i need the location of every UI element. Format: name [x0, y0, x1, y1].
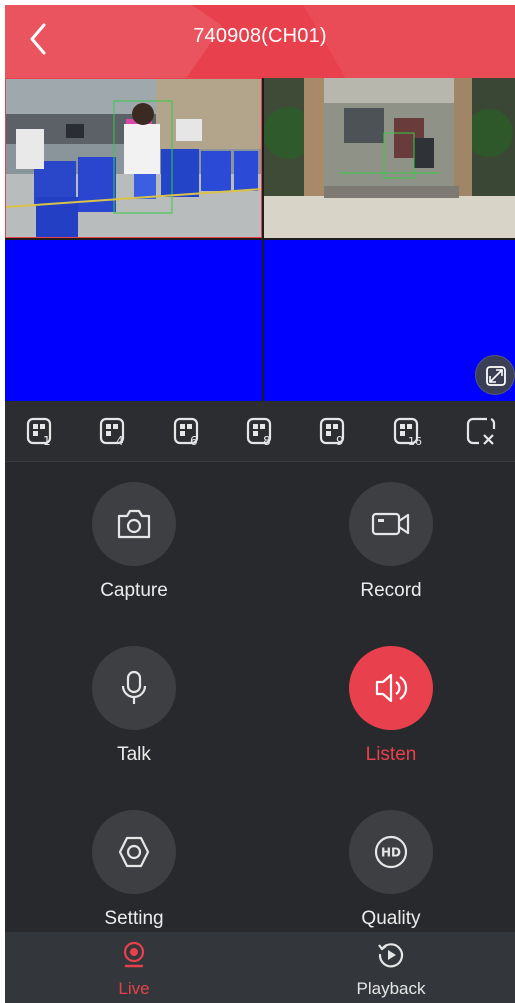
nav-tab-playback[interactable]: Playback [306, 940, 476, 999]
camera-icon [117, 509, 151, 539]
split-9-icon: 9 [319, 417, 345, 448]
control-panel: Capture Record Talk Listen Setting HD Qu… [5, 462, 515, 932]
talk-circle [92, 646, 176, 730]
app-root: 740908(CH01) 1 4 6 8 9 16 Capture Record… [5, 5, 515, 1003]
camera-feed-image [6, 79, 261, 237]
webcam-icon [123, 941, 145, 968]
playback-icon [378, 943, 404, 968]
listen-button[interactable]: Listen [301, 646, 481, 766]
setting-button[interactable]: Setting [44, 810, 224, 930]
fullscreen-icon [486, 366, 506, 386]
page-title: 740908(CH01) [193, 25, 327, 47]
setting-circle [92, 810, 176, 894]
camera-feed-image [264, 78, 515, 238]
split-count-label: 1 [43, 434, 51, 448]
split-8-button[interactable]: 8 [245, 415, 279, 449]
bottom-navigation: Live Playback [5, 932, 515, 1003]
video-cell-2[interactable] [264, 78, 515, 238]
capture-label: Capture [100, 580, 168, 601]
split-4-icon: 4 [99, 417, 125, 448]
split-count-label: 4 [116, 434, 124, 448]
microphone-icon [121, 670, 147, 704]
split-count-label: 16 [408, 435, 422, 448]
nav-label-live: Live [118, 979, 150, 998]
talk-label: Talk [117, 744, 151, 765]
listen-circle [349, 646, 433, 730]
split-16-icon: 16 [393, 417, 422, 448]
fullscreen-button[interactable] [475, 355, 515, 395]
close-window-icon [466, 417, 496, 445]
hd-icon: HD [374, 835, 408, 869]
split-1-button[interactable]: 1 [25, 415, 59, 449]
record-circle [349, 482, 433, 566]
speaker-icon [375, 673, 408, 703]
split-1-icon: 1 [26, 417, 52, 448]
split-8-icon: 8 [246, 417, 272, 448]
quality-badge-text: HD [381, 846, 401, 860]
capture-button[interactable]: Capture [44, 482, 224, 602]
video-cell-1[interactable] [5, 78, 262, 238]
nav-tab-live[interactable]: Live [49, 940, 219, 999]
split-4-button[interactable]: 4 [98, 415, 132, 449]
split-count-label: 8 [263, 434, 271, 448]
split-count-label: 6 [190, 434, 198, 448]
video-camera-icon [371, 512, 410, 536]
record-button[interactable]: Record [301, 482, 481, 602]
split-6-button[interactable]: 6 [172, 415, 206, 449]
quality-label: Quality [361, 908, 421, 929]
record-label: Record [360, 580, 422, 601]
quality-button[interactable]: HD Quality [301, 810, 481, 930]
talk-button[interactable]: Talk [44, 646, 224, 766]
video-cell-3[interactable] [5, 240, 262, 401]
video-grid [5, 78, 515, 401]
split-16-button[interactable]: 16 [392, 415, 426, 449]
top-bar: 740908(CH01) [5, 5, 515, 78]
split-9-button[interactable]: 9 [318, 415, 352, 449]
setting-label: Setting [104, 908, 164, 929]
split-6-icon: 6 [173, 417, 199, 448]
nav-label-playback: Playback [356, 979, 426, 998]
capture-circle [92, 482, 176, 566]
settings-icon [118, 836, 150, 868]
split-count-label: 9 [336, 434, 344, 448]
listen-label: Listen [365, 744, 417, 765]
quality-circle: HD [349, 810, 433, 894]
split-layout-toolbar: 1 4 6 8 9 16 [5, 401, 515, 462]
close-window-button[interactable] [465, 415, 499, 449]
